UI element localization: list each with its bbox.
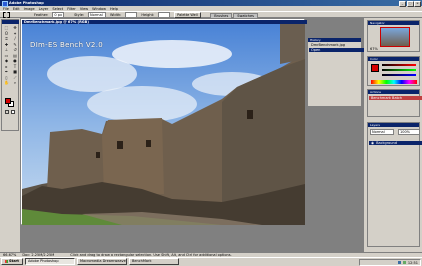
color-panel: Color [367,56,420,86]
width-label: Width: [110,12,122,17]
castle-photo [22,24,305,225]
blur-tool-icon[interactable]: ◆ [3,58,11,63]
history-brush-icon[interactable]: ↺ [11,47,19,52]
color-fg-swatch[interactable] [371,64,379,72]
menu-edit[interactable]: Edit [13,7,20,11]
castle-window-2 [146,140,151,147]
task-benchmark[interactable]: BenchMark [128,257,179,265]
navigator-zoom[interactable]: 67% [370,47,378,51]
menu-view[interactable]: View [80,7,88,11]
style-label: Style: [74,12,85,17]
options-bar: Feather: 0 px Style: Normal Width: Heigh… [0,11,422,19]
marquee-tool-icon[interactable]: ⬚ [3,25,11,30]
menu-image[interactable]: Image [24,7,35,11]
width-input[interactable] [125,11,138,18]
crop-tool-icon[interactable]: ⌗ [3,36,11,41]
type-tool-icon[interactable]: T [11,64,19,69]
benchmark-watermark: DIm-ES Bench V2.0 [30,41,103,49]
healing-brush-icon[interactable]: ✚ [3,42,11,47]
history-snapshot[interactable]: DmrBenchmark.jpg [309,43,364,47]
slice-tool-icon[interactable]: / [11,36,19,41]
actions-panel-title[interactable]: Actions [368,90,419,94]
layers-panel: Layers Normal 100% ◉ Background [367,122,422,247]
pen-tool-icon[interactable]: ✒ [3,69,11,74]
toolbox: ⬚ ✥ ʘ ✦ ⌗ / ✚ ✎ ⊥ ↺ ▭ ▤ ◆ ● ▸ T ✒ ■ ▯ ⟋ … [1,19,19,131]
zoom-tool-icon[interactable]: ⌕ [11,80,19,85]
navigator-thumbnail[interactable] [380,27,410,47]
toolbox-header[interactable] [2,20,19,24]
start-button[interactable]: Start [1,257,23,265]
gradient-tool-icon[interactable]: ▤ [11,53,19,58]
eraser-tool-icon[interactable]: ▭ [3,53,11,58]
window-title: Adobe Photoshop [9,1,44,5]
brush-tool-icon[interactable]: ✎ [11,42,19,47]
menu-filter[interactable]: Filter [67,7,76,11]
marquee-option-icon[interactable] [3,11,10,18]
history-panel-title[interactable]: History [308,38,361,42]
stamp-tool-icon[interactable]: ⊥ [3,47,11,52]
actions-panel: Actions Benchmark Batch [367,89,422,117]
navigator-panel-title[interactable]: Navigator [368,21,419,25]
feather-input[interactable]: 0 px [52,11,65,18]
blue-slider[interactable] [382,74,416,76]
menu-window[interactable]: Window [92,7,106,11]
screen-mode-icon[interactable] [11,110,15,114]
height-input[interactable] [158,11,171,18]
move-tool-icon[interactable]: ✥ [11,25,19,30]
hand-tool-icon[interactable]: ✋ [3,80,11,85]
foreground-color-swatch[interactable] [5,98,11,104]
history-panel: History DmrBenchmark.jpg Open [307,37,364,107]
history-item-open[interactable]: Open [309,48,364,52]
style-select[interactable]: Normal [88,11,107,18]
taskbar: Start Adobe Photoshop Macromedia Dreamwe… [0,257,422,266]
menu-select[interactable]: Select [52,7,63,11]
layers-panel-title[interactable]: Layers [368,123,419,127]
dodge-tool-icon[interactable]: ● [11,58,19,63]
document-window: DmrBenchmark.jpg @ 67% (RGB) DIm-ES Benc… [21,19,307,225]
system-tray: 12:51 [359,259,421,266]
eye-icon[interactable]: ◉ [371,141,374,145]
lasso-tool-icon[interactable]: ʘ [3,31,11,36]
eyedropper-icon[interactable]: ⟋ [11,75,19,80]
height-label: Height: [141,12,155,17]
castle-window-1 [117,141,123,149]
palette-well-button[interactable]: Palette Well [174,11,201,18]
blend-mode-select[interactable]: Normal [370,129,394,135]
menu-help[interactable]: Help [110,7,118,11]
menu-layer[interactable]: Layer [39,7,49,11]
shape-tool-icon[interactable]: ■ [11,69,19,74]
image-canvas[interactable]: DIm-ES Bench V2.0 [22,24,305,225]
navigator-panel: Navigator 67% [367,20,420,52]
green-slider[interactable] [382,69,416,71]
opacity-input[interactable]: 100% [398,129,420,135]
notes-tool-icon[interactable]: ▯ [3,75,11,80]
red-slider[interactable] [382,64,416,66]
castle-window-3 [247,110,253,119]
menu-file[interactable]: File [3,7,9,11]
layer-background[interactable]: ◉ Background [369,141,422,145]
task-photoshop[interactable]: Adobe Photoshop [24,257,75,265]
color-panel-title[interactable]: Color [368,57,419,61]
path-select-icon[interactable]: ▸ [3,64,11,69]
windows-logo-icon [5,259,8,263]
task-dreamweaver[interactable]: Macromedia Dreamweaver [76,257,127,265]
color-spectrum[interactable] [371,80,417,84]
magic-wand-icon[interactable]: ✦ [11,31,19,36]
quickmask-icon[interactable] [5,110,9,114]
feather-label: Feather: [34,12,49,17]
castle-window-4 [96,152,100,158]
action-item[interactable]: Benchmark Batch [369,96,422,100]
